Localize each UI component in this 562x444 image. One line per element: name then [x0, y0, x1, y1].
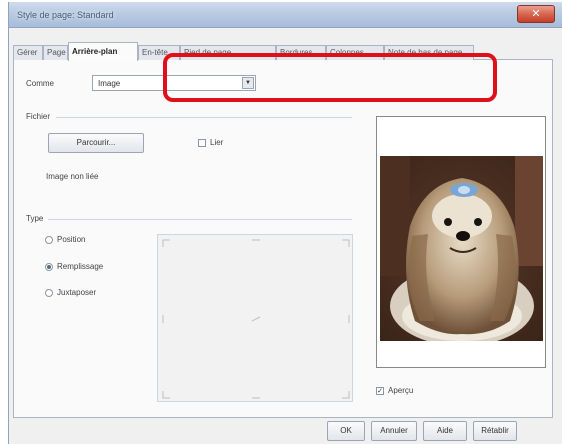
type-section-divider [48, 219, 352, 220]
grid-corner-bottom-left [162, 391, 170, 399]
preview-area [376, 116, 546, 368]
position-grid-marks [162, 239, 350, 399]
radio-position[interactable] [45, 236, 53, 244]
preview-checkbox[interactable]: ✓ [376, 387, 384, 395]
cancel-button[interactable]: Annuler [371, 421, 417, 441]
tab-page[interactable]: Page [43, 45, 68, 60]
file-section-divider [56, 117, 352, 118]
as-label: Comme [26, 79, 55, 88]
link-status-text: Image non liée [46, 172, 99, 181]
radio-fill-label: Remplissage [57, 262, 104, 271]
dog-photo [380, 156, 543, 341]
tab-manage[interactable]: Gérer [13, 45, 43, 60]
file-section-title: Fichier [26, 112, 51, 121]
type-section-title: Type [26, 214, 44, 223]
background-tab-panel: Comme Image ▼ Fichier Parcourir... Lier … [13, 60, 553, 418]
title-bar: Style de page: Standard ✕ [9, 2, 562, 28]
grid-corner-top-right [342, 239, 350, 247]
grid-corner-bottom-right [342, 391, 350, 399]
position-grid[interactable] [157, 234, 353, 402]
close-icon: ✕ [531, 8, 541, 20]
close-button[interactable]: ✕ [517, 5, 555, 23]
grid-mark-center [251, 316, 261, 322]
help-button[interactable]: Aide [423, 421, 467, 441]
grid-corner-top-left [162, 239, 170, 247]
link-checkbox[interactable] [198, 139, 206, 147]
reset-button[interactable]: Rétablir [473, 421, 517, 441]
as-select-value: Image [98, 79, 121, 88]
ok-button[interactable]: OK [327, 421, 365, 441]
tab-background[interactable]: Arrière-plan [68, 42, 138, 61]
preview-label: Aperçu [388, 386, 414, 395]
dialog-button-bar: OK Annuler Aide Rétablir [13, 418, 553, 444]
browse-button[interactable]: Parcourir... [48, 133, 144, 153]
radio-fill[interactable] [45, 263, 53, 271]
radio-tile[interactable] [45, 289, 53, 297]
link-label: Lier [210, 138, 224, 147]
radio-position-label: Position [57, 235, 86, 244]
radio-tile-label: Juxtaposer [57, 288, 97, 297]
highlight-annotation [163, 53, 497, 102]
window-title: Style de page: Standard [17, 10, 114, 20]
